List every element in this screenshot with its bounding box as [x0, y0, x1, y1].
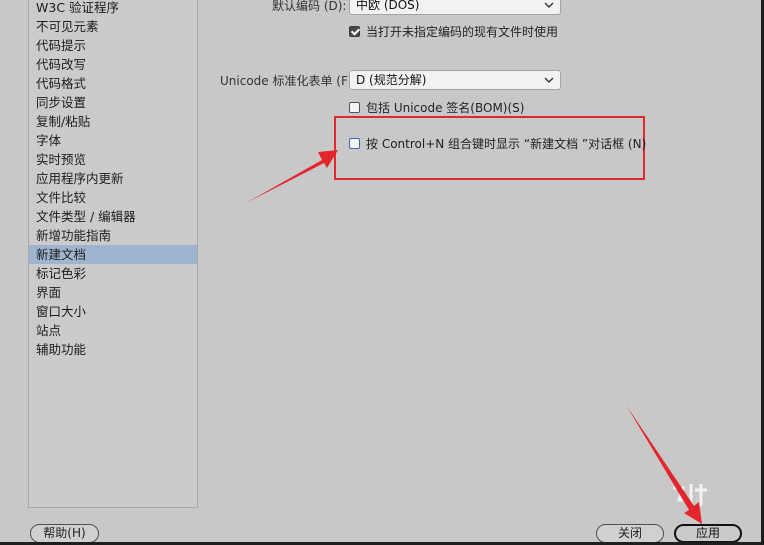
show-new-document-dialog-label: 按 Control+N 组合键时显示 “新建文档 ”对话框 (N) [366, 136, 647, 151]
sidebar-item[interactable]: 站点 [29, 321, 197, 340]
unicode-normalization-dropdown[interactable]: D (规范分解) [349, 70, 561, 90]
default-encoding-label: 默认编码 (D): [272, 0, 347, 13]
sidebar-item[interactable]: 标记色彩 [29, 264, 197, 283]
sidebar-item[interactable]: 代码改写 [29, 55, 197, 74]
apply-button[interactable]: 应用 [674, 524, 742, 543]
show-new-document-dialog-checkbox[interactable] [349, 137, 360, 149]
unicode-normalization-label: Unicode 标准化表单 (F): [220, 74, 357, 88]
use-when-opening-checkbox[interactable] [349, 25, 360, 37]
sidebar-item[interactable]: 文件比较 [29, 188, 197, 207]
chevron-down-icon [544, 77, 554, 83]
sidebar-item[interactable]: 代码提示 [29, 36, 197, 55]
sidebar-item[interactable]: 同步设置 [29, 93, 197, 112]
include-bom-checkbox[interactable] [349, 101, 360, 113]
show-new-document-dialog-option[interactable]: 按 Control+N 组合键时显示 “新建文档 ”对话框 (N) [349, 135, 646, 151]
sidebar-item[interactable]: 不可见元素 [29, 17, 197, 36]
include-bom-label: 包括 Unicode 签名(BOM)(S) [366, 100, 525, 115]
sidebar-item[interactable]: 界面 [29, 283, 197, 302]
sidebar-item[interactable]: 新建文档 [29, 245, 197, 264]
sidebar-item[interactable]: 代码格式 [29, 74, 197, 93]
use-when-opening-label: 当打开未指定编码的现有文件时使用 [366, 24, 559, 39]
default-encoding-dropdown[interactable]: 中欧 (DOS) [349, 0, 561, 15]
include-bom-option[interactable]: 包括 Unicode 签名(BOM)(S) [349, 99, 524, 115]
sidebar-item[interactable]: 新增功能指南 [29, 226, 197, 245]
chevron-down-icon [544, 2, 554, 8]
watermark-icon [673, 484, 707, 512]
category-list-items: W3C 验证程序 不可见元素 代码提示 代码改写 代码格式 同步设置 复制/粘贴 字体 实时预览… [29, 0, 197, 359]
sidebar-item[interactable]: W3C 验证程序 [29, 0, 197, 17]
default-encoding-value: 中欧 (DOS) [356, 0, 420, 12]
unicode-normalization-value: D (规范分解) [356, 73, 427, 87]
use-when-opening-option[interactable]: 当打开未指定编码的现有文件时使用 [349, 23, 558, 39]
sidebar-item[interactable]: 文件类型 / 编辑器 [29, 207, 197, 226]
sidebar-item[interactable]: 应用程序内更新 [29, 169, 197, 188]
close-button[interactable]: 关闭 [596, 524, 664, 543]
help-button[interactable]: 帮助(H) [30, 524, 99, 543]
sidebar-item[interactable]: 字体 [29, 131, 197, 150]
sidebar-item[interactable]: 辅助功能 [29, 340, 197, 359]
sidebar-item[interactable]: 实时预览 [29, 150, 197, 169]
category-list: W3C 验证程序 不可见元素 代码提示 代码改写 代码格式 同步设置 复制/粘贴 字体 实时预览… [28, 0, 198, 508]
arrow-to-option-icon [246, 150, 338, 203]
preferences-window: W3C 验证程序 不可见元素 代码提示 代码改写 代码格式 同步设置 复制/粘贴 字体 实时预览… [0, 0, 764, 545]
sidebar-item[interactable]: 复制/粘贴 [29, 112, 197, 131]
sidebar-item[interactable]: 窗口大小 [29, 302, 197, 321]
